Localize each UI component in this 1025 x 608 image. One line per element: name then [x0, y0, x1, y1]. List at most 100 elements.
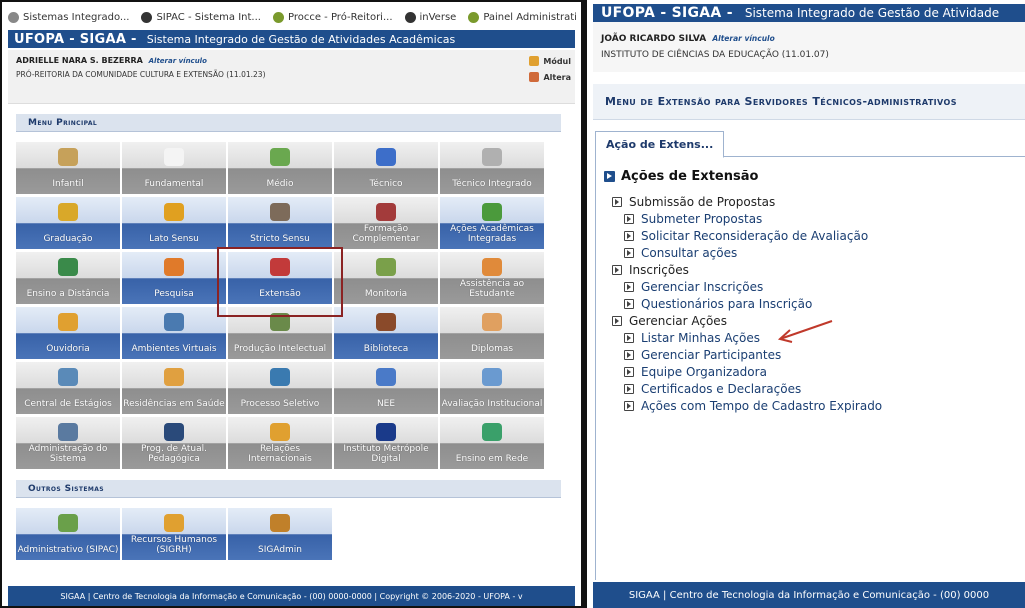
module-tile[interactable]: Recursos Humanos (SIGRH) [122, 508, 226, 560]
tools-icon [482, 148, 502, 166]
module-tile[interactable]: Biblioteca [334, 307, 438, 359]
tree-link[interactable]: Questionários para Inscrição [624, 297, 812, 311]
module-tile[interactable]: Central de Estágios [16, 362, 120, 414]
right-user-info: JOÃO RICARDO SILVA Alterar vínculo INSTI… [593, 22, 1025, 72]
tree-root[interactable]: Ações de Extensão [604, 169, 758, 184]
right-screenshot-panel: UFOPA - SIGAA - Sistema Integrado de Ges… [584, 0, 1025, 608]
tree-group[interactable]: Inscrições [612, 263, 689, 277]
module-tile[interactable]: Assistência ao Estudante [440, 252, 544, 304]
tree-link[interactable]: Gerenciar Inscrições [624, 280, 763, 294]
leaf-icon [468, 11, 480, 23]
tree-link[interactable]: Consultar ações [624, 246, 737, 260]
notebook-icon [164, 148, 184, 166]
module-tile-label: Relações Internacionais [248, 444, 312, 464]
module-tile[interactable]: Lato Sensu [122, 197, 226, 249]
module-tile[interactable]: Ambientes Virtuais [122, 307, 226, 359]
module-tile[interactable]: Relações Internacionais [228, 417, 332, 469]
right-footer: SIGAA | Centro de Tecnologia da Informaç… [593, 582, 1025, 608]
tab-acao-de-extensao[interactable]: Ação de Extens... [595, 131, 725, 158]
stamp-icon [58, 514, 78, 532]
module-tile-label: Graduação [43, 234, 93, 244]
leaf-icon [272, 11, 284, 23]
bookmark-item[interactable]: Procce - Pró-Reitori... [272, 11, 393, 23]
module-tile[interactable]: Instituto Metrópole Digital [334, 417, 438, 469]
book-blue-icon [376, 148, 396, 166]
module-tile-label: Recursos Humanos (SIGRH) [130, 535, 218, 555]
module-tile-label: Assistência ao Estudante [459, 279, 525, 299]
module-tile[interactable]: Ensino a Distância [16, 252, 120, 304]
module-tile-label: Fundamental [144, 179, 204, 189]
module-tile[interactable]: Stricto Sensu [228, 197, 332, 249]
flask-icon [164, 258, 184, 276]
tree-link[interactable]: Certificados e Declarações [624, 382, 801, 396]
module-tile[interactable]: Residências em Saúde [122, 362, 226, 414]
bookmark-item[interactable]: Sistemas Integrado... [8, 11, 130, 23]
module-tile[interactable]: Médio [228, 142, 332, 194]
tree-link-label: Solicitar Reconsideração de Avaliação [641, 229, 869, 243]
tree-group-label: Gerenciar Ações [629, 314, 727, 328]
module-tile[interactable]: Avaliação Institucional [440, 362, 544, 414]
module-tile[interactable]: Prog. de Atual. Pedagógica [122, 417, 226, 469]
module-tile[interactable]: Diplomas [440, 307, 544, 359]
module-tile[interactable]: Administrativo (SIPAC) [16, 508, 120, 560]
module-tile[interactable]: Fundamental [122, 142, 226, 194]
board-icon [376, 258, 396, 276]
module-tile[interactable]: Ações Acadêmicas Integradas [440, 197, 544, 249]
expand-arrow-icon [624, 282, 634, 292]
presentation-icon [164, 423, 184, 441]
tree-link[interactable]: Listar Minhas Ações [624, 331, 760, 345]
user-info: ADRIELLE NARA S. BEZERRA Alterar vínculo… [8, 50, 575, 104]
expand-arrow-icon [624, 350, 634, 360]
tree-group-label: Submissão de Propostas [629, 195, 776, 209]
tree-link-label: Equipe Organizadora [641, 365, 767, 379]
module-tile-label: Ações Acadêmicas Integradas [450, 224, 534, 244]
module-tile[interactable]: Infantil [16, 142, 120, 194]
puzzle-icon [482, 203, 502, 221]
admin-icon [270, 514, 290, 532]
expand-arrow-icon [624, 384, 634, 394]
expand-arrow-icon [624, 299, 634, 309]
tree-group[interactable]: Gerenciar Ações [612, 314, 727, 328]
app-header: UFOPA - SIGAA - Sistema Integrado de Ges… [8, 30, 575, 48]
modulos-link[interactable]: Módul [529, 56, 571, 66]
doctor-icon [164, 368, 184, 386]
module-tile[interactable]: Ouvidoria [16, 307, 120, 359]
user-settings-icon [529, 72, 540, 82]
expand-arrow-icon [624, 214, 634, 224]
module-tile[interactable]: SIGAdmin [228, 508, 332, 560]
books-icon [58, 203, 78, 221]
bookmark-label: Procce - Pró-Reitori... [287, 11, 393, 23]
tree-group[interactable]: Submissão de Propostas [612, 195, 775, 209]
bookmark-item[interactable]: SIPAC - Sistema Int... [141, 11, 261, 23]
tree-link[interactable]: Equipe Organizadora [624, 365, 767, 379]
user-name-line: ADRIELLE NARA S. BEZERRA Alterar vínculo [16, 56, 207, 65]
module-tile[interactable]: Formação Complementar [334, 197, 438, 249]
module-tile-label: Técnico Integrado [452, 179, 532, 189]
bookmark-label: Sistemas Integrado... [23, 11, 130, 23]
module-tile[interactable]: Processo Seletivo [228, 362, 332, 414]
alterar-vinculo-link[interactable]: Alterar vínculo [149, 57, 207, 65]
module-tile-label: Diplomas [470, 344, 514, 354]
tree-link[interactable]: Ações com Tempo de Cadastro Expirado [624, 399, 882, 413]
module-tile[interactable]: Técnico [334, 142, 438, 194]
module-tile[interactable]: Monitoria [334, 252, 438, 304]
module-tile[interactable]: NEE [334, 362, 438, 414]
module-tile-label: Prog. de Atual. Pedagógica [141, 444, 207, 464]
bookmark-item[interactable]: inVerse [404, 11, 456, 23]
module-tile[interactable]: Pesquisa [122, 252, 226, 304]
red-pointer-arrow-icon [777, 320, 833, 343]
module-tile[interactable]: Ensino em Rede [440, 417, 544, 469]
module-tile[interactable]: Técnico Integrado [440, 142, 544, 194]
left-footer: SIGAA | Centro de Tecnologia da Informaç… [8, 586, 575, 606]
bookmark-item[interactable]: Painel Administrati [468, 11, 577, 23]
tree-link-label: Consultar ações [641, 246, 738, 260]
tree-link[interactable]: Gerenciar Participantes [624, 348, 781, 362]
tree-link[interactable]: Submeter Propostas [624, 212, 762, 226]
alterar-senha-link[interactable]: Altera [529, 72, 571, 82]
imd-logo-icon [376, 423, 396, 441]
badge-icon [58, 368, 78, 386]
right-alterar-vinculo-link[interactable]: Alterar vínculo [712, 34, 774, 43]
module-tile[interactable]: Graduação [16, 197, 120, 249]
tree-link[interactable]: Solicitar Reconsideração de Avaliação [624, 229, 868, 243]
module-tile[interactable]: Administração do Sistema [16, 417, 120, 469]
